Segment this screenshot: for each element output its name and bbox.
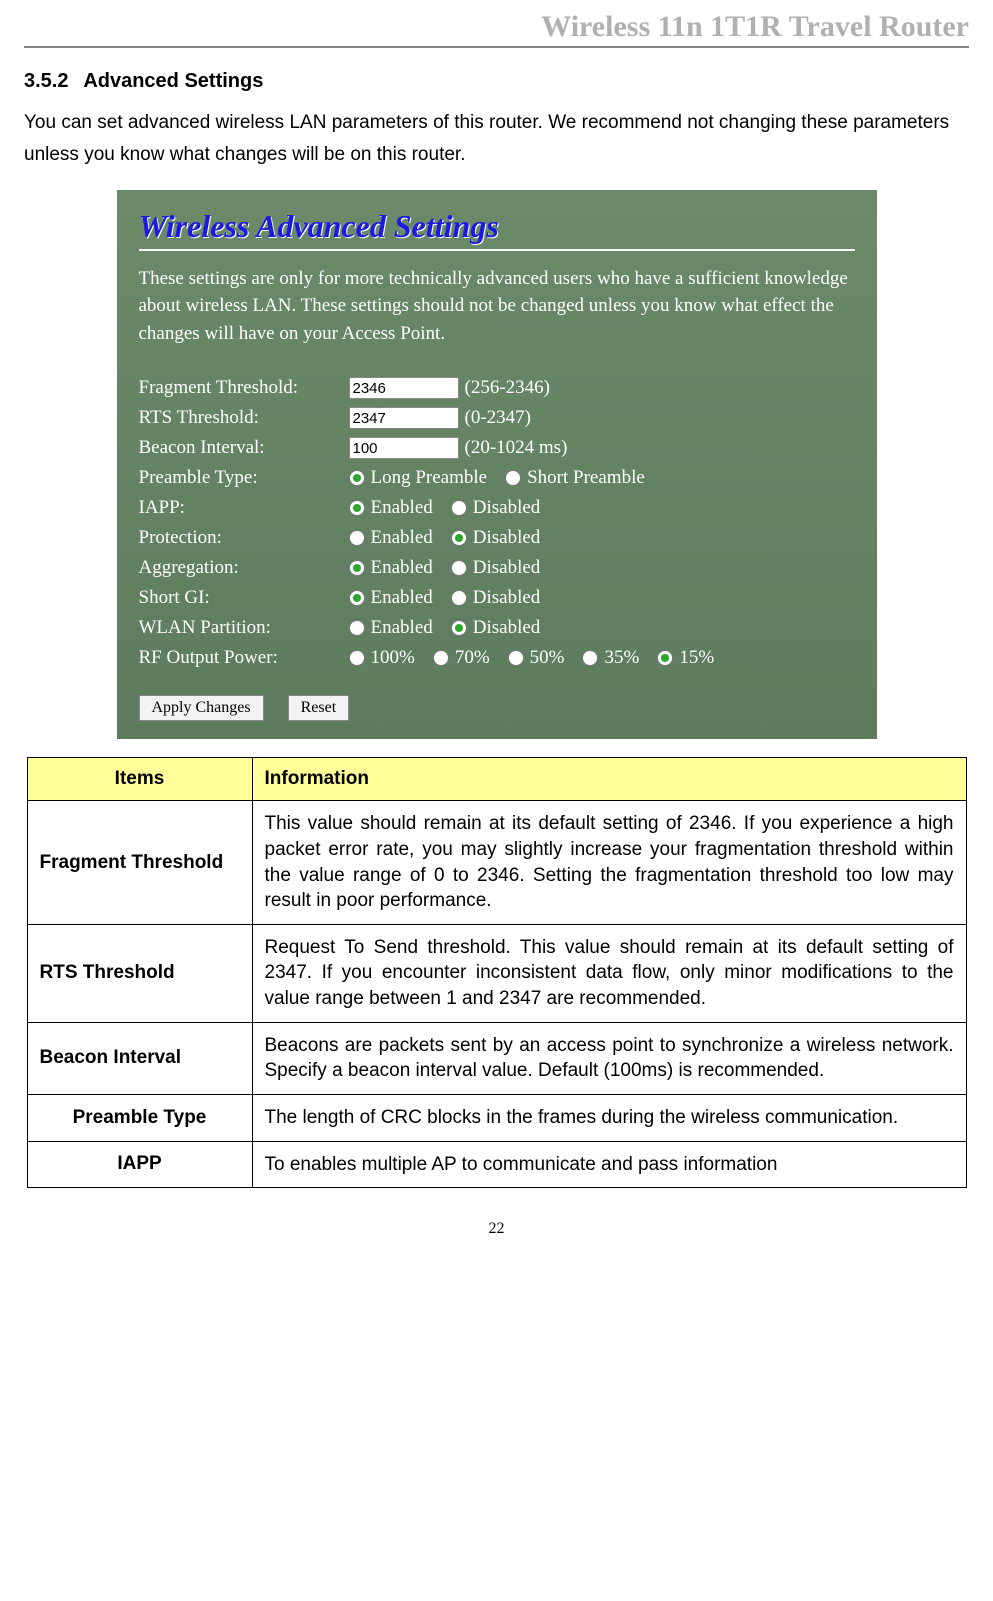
section-intro-text: You can set advanced wireless LAN parame… — [24, 107, 969, 172]
page-number: 22 — [24, 1220, 969, 1238]
aggregation-disabled-text: Disabled — [473, 557, 541, 579]
rf-15-radio[interactable] — [657, 650, 673, 666]
rf-100-text: 100% — [371, 647, 415, 669]
info-table: Items Information Fragment Threshold Thi… — [27, 757, 967, 1188]
wlan-partition-row: WLAN Partition: Enabled Disabled — [139, 613, 855, 643]
wlan-partition-label: WLAN Partition: — [139, 617, 349, 639]
rf-100-radio[interactable] — [349, 650, 365, 666]
section-title: Advanced Settings — [83, 70, 263, 92]
rf-70-text: 70% — [455, 647, 490, 669]
reset-button[interactable]: Reset — [288, 695, 350, 721]
rf-70-radio[interactable] — [433, 650, 449, 666]
protection-label: Protection: — [139, 527, 349, 549]
apply-changes-button[interactable]: Apply Changes — [139, 695, 264, 721]
table-header-items: Items — [27, 758, 252, 801]
shortgi-row: Short GI: Enabled Disabled — [139, 583, 855, 613]
aggregation-label: Aggregation: — [139, 557, 349, 579]
rts-threshold-range: (0-2347) — [465, 407, 531, 429]
table-row: Beacon Interval Beacons are packets sent… — [27, 1022, 966, 1094]
iapp-label: IAPP: — [139, 497, 349, 519]
rf-power-label: RF Output Power: — [139, 647, 349, 669]
protection-row: Protection: Enabled Disabled — [139, 523, 855, 553]
aggregation-row: Aggregation: Enabled Disabled — [139, 553, 855, 583]
iapp-disabled-radio[interactable] — [451, 500, 467, 516]
rf-50-radio[interactable] — [508, 650, 524, 666]
iapp-disabled-text: Disabled — [473, 497, 541, 519]
rts-threshold-row: RTS Threshold: (0-2347) — [139, 403, 855, 433]
shortgi-enabled-radio[interactable] — [349, 590, 365, 606]
row-info: Beacons are packets sent by an access po… — [252, 1022, 966, 1094]
row-info: Request To Send threshold. This value sh… — [252, 924, 966, 1022]
table-header-information: Information — [252, 758, 966, 801]
section-heading: 3.5.2 Advanced Settings — [24, 70, 969, 93]
row-item: RTS Threshold — [27, 924, 252, 1022]
row-info: To enables multiple AP to communicate an… — [252, 1141, 966, 1188]
fragment-threshold-row: Fragment Threshold: (256-2346) — [139, 373, 855, 403]
wlan-disabled-text: Disabled — [473, 617, 541, 639]
table-row: Fragment Threshold This value should rem… — [27, 801, 966, 925]
rts-threshold-input[interactable] — [349, 407, 459, 429]
beacon-interval-input[interactable] — [349, 437, 459, 459]
shortgi-enabled-text: Enabled — [371, 587, 433, 609]
table-row: IAPP To enables multiple AP to communica… — [27, 1141, 966, 1188]
row-info: The length of CRC blocks in the frames d… — [252, 1095, 966, 1142]
rf-15-text: 15% — [679, 647, 714, 669]
aggregation-enabled-text: Enabled — [371, 557, 433, 579]
rts-threshold-label: RTS Threshold: — [139, 407, 349, 429]
table-row: RTS Threshold Request To Send threshold.… — [27, 924, 966, 1022]
iapp-enabled-text: Enabled — [371, 497, 433, 519]
wlan-disabled-radio[interactable] — [451, 620, 467, 636]
preamble-row: Preamble Type: Long Preamble Short Pream… — [139, 463, 855, 493]
panel-description: These settings are only for more technic… — [139, 265, 855, 348]
row-info: This value should remain at its default … — [252, 801, 966, 925]
rf-50-text: 50% — [530, 647, 565, 669]
fragment-threshold-input[interactable] — [349, 377, 459, 399]
shortgi-disabled-text: Disabled — [473, 587, 541, 609]
protection-disabled-text: Disabled — [473, 527, 541, 549]
row-item: Preamble Type — [27, 1095, 252, 1142]
row-item: Beacon Interval — [27, 1022, 252, 1094]
section-number: 3.5.2 — [24, 70, 68, 92]
embedded-screenshot: Wireless Advanced Settings These setting… — [117, 190, 877, 740]
preamble-label: Preamble Type: — [139, 467, 349, 489]
protection-enabled-radio[interactable] — [349, 530, 365, 546]
rf-power-row: RF Output Power: 100% 70% 50% 35% 15% — [139, 643, 855, 673]
aggregation-disabled-radio[interactable] — [451, 560, 467, 576]
preamble-long-text: Long Preamble — [371, 467, 488, 489]
aggregation-enabled-radio[interactable] — [349, 560, 365, 576]
shortgi-disabled-radio[interactable] — [451, 590, 467, 606]
rf-35-radio[interactable] — [582, 650, 598, 666]
preamble-long-radio[interactable] — [349, 470, 365, 486]
preamble-short-radio[interactable] — [505, 470, 521, 486]
document-header: Wireless 11n 1T1R Travel Router — [24, 10, 969, 48]
rf-35-text: 35% — [604, 647, 639, 669]
iapp-row: IAPP: Enabled Disabled — [139, 493, 855, 523]
beacon-interval-range: (20-1024 ms) — [465, 437, 568, 459]
protection-enabled-text: Enabled — [371, 527, 433, 549]
shortgi-label: Short GI: — [139, 587, 349, 609]
wlan-enabled-text: Enabled — [371, 617, 433, 639]
fragment-threshold-label: Fragment Threshold: — [139, 377, 349, 399]
protection-disabled-radio[interactable] — [451, 530, 467, 546]
panel-title: Wireless Advanced Settings — [139, 208, 855, 251]
table-row: Preamble Type The length of CRC blocks i… — [27, 1095, 966, 1142]
iapp-enabled-radio[interactable] — [349, 500, 365, 516]
row-item: Fragment Threshold — [27, 801, 252, 925]
wlan-enabled-radio[interactable] — [349, 620, 365, 636]
beacon-interval-row: Beacon Interval: (20-1024 ms) — [139, 433, 855, 463]
fragment-threshold-range: (256-2346) — [465, 377, 550, 399]
beacon-interval-label: Beacon Interval: — [139, 437, 349, 459]
row-item: IAPP — [27, 1141, 252, 1188]
preamble-short-text: Short Preamble — [527, 467, 645, 489]
